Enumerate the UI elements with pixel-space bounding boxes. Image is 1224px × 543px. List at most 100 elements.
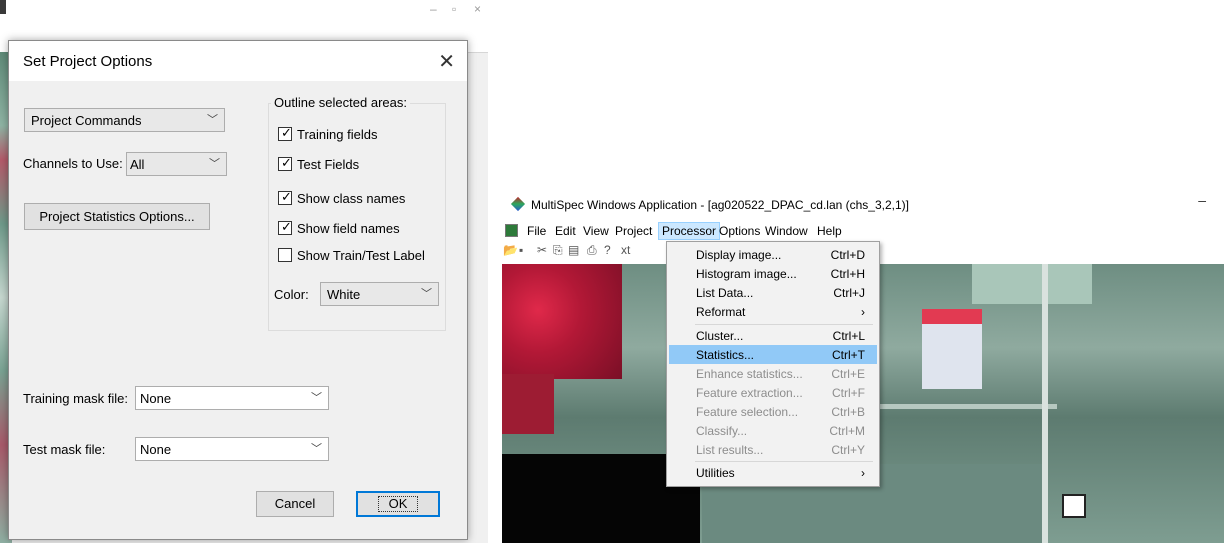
checkbox-label: Show Train/Test Label <box>297 248 425 263</box>
test-mask-select[interactable]: None ﹀ <box>135 437 329 461</box>
project-commands-value: Project Commands <box>31 113 142 128</box>
print-icon[interactable]: ⎙ <box>587 243 597 258</box>
toolbar-tail[interactable]: xt <box>621 243 630 257</box>
menu-window-label: Window <box>765 224 808 238</box>
checkbox-box: ✓ <box>278 155 292 171</box>
menu-processor-label: Processor <box>662 224 717 238</box>
chevron-right-icon: › <box>861 466 865 480</box>
check-icon: ✓ <box>281 125 292 140</box>
chevron-down-icon: ﹀ <box>209 158 220 170</box>
checkbox-label: Training fields <box>297 127 378 142</box>
checkbox-label: Test Fields <box>297 157 360 172</box>
training-mask-value: None <box>140 391 172 406</box>
menu-item-enhance-statistics[interactable]: Enhance statistics... Ctrl+E <box>669 364 877 383</box>
menu-item-label: Cluster... <box>696 329 744 343</box>
menu-window[interactable]: Window <box>763 224 810 238</box>
check-icon: ✓ <box>281 155 292 170</box>
maximize-icon[interactable]: ▫ <box>452 2 456 16</box>
menu-item-feature-selection[interactable]: Feature selection... Ctrl+B <box>669 402 877 421</box>
menu-options-label: Options <box>719 224 761 238</box>
window-title: MultiSpec Windows Application - [ag02052… <box>531 198 909 212</box>
red-vegetation-area <box>502 264 622 379</box>
menu-file[interactable]: File <box>525 224 548 238</box>
menu-item-label: Display image... <box>696 248 782 262</box>
document-icon[interactable] <box>505 224 518 237</box>
checkbox-box: ✓ <box>278 219 292 235</box>
menu-item-shortcut: Ctrl+F <box>832 386 865 400</box>
menu-item-utilities[interactable]: Utilities › <box>669 463 877 482</box>
chevron-right-icon: › <box>861 305 865 319</box>
set-project-options-dialog: Set Project Options ✕ Project Commands ﹀… <box>8 40 468 540</box>
menu-edit[interactable]: Edit <box>553 224 578 238</box>
checkbox-box <box>278 248 292 262</box>
channels-value: All <box>130 157 145 172</box>
menu-view[interactable]: View <box>581 224 611 238</box>
menu-processor[interactable]: Processor <box>658 222 721 240</box>
outline-group-title: Outline selected areas: <box>271 95 410 110</box>
menu-item-label: Histogram image... <box>696 267 797 281</box>
paste-icon[interactable]: ▤ <box>568 243 579 257</box>
menu-item-label: List Data... <box>696 286 754 300</box>
menu-item-label: Classify... <box>696 424 748 438</box>
help-icon[interactable]: ? <box>604 243 611 257</box>
multispec-titlebar: MultiSpec Windows Application - [ag02052… <box>495 188 1224 220</box>
dialog-title: Set Project Options <box>23 53 153 70</box>
menu-help[interactable]: Help <box>815 224 844 238</box>
menu-item-histogram-image[interactable]: Histogram image... Ctrl+H <box>669 264 877 283</box>
training-mask-select[interactable]: None ﹀ <box>135 386 329 410</box>
menu-item-shortcut: Ctrl+E <box>831 367 865 381</box>
processor-menu: Display image... Ctrl+D Histogram image.… <box>666 241 880 487</box>
save-icon[interactable]: ▪ <box>519 243 523 257</box>
dialog-titlebar: Set Project Options ✕ <box>9 41 467 81</box>
menu-item-feature-extraction[interactable]: Feature extraction... Ctrl+F <box>669 383 877 402</box>
menu-item-label: Feature extraction... <box>696 386 803 400</box>
building-marker <box>1062 494 1086 518</box>
menu-project[interactable]: Project <box>613 224 654 238</box>
ok-button-label: OK <box>377 496 419 512</box>
menu-project-label: Project <box>615 224 653 238</box>
chevron-down-icon: ﹀ <box>207 114 218 126</box>
menu-item-label: Feature selection... <box>696 405 799 419</box>
training-mask-label: Training mask file: <box>23 391 128 406</box>
menu-item-display-image[interactable]: Display image... Ctrl+D <box>669 245 877 264</box>
road-line-vertical <box>1042 264 1048 543</box>
close-icon[interactable]: ✕ <box>438 49 455 74</box>
project-commands-select[interactable]: Project Commands ﹀ <box>24 108 225 132</box>
cancel-button[interactable]: Cancel <box>256 491 334 517</box>
channels-label: Channels to Use: <box>23 156 123 171</box>
test-mask-value: None <box>140 442 172 457</box>
checkbox-box: ✓ <box>278 125 292 141</box>
minimize-icon[interactable]: – <box>430 2 437 16</box>
minimize-icon[interactable]: – <box>1198 192 1206 208</box>
menu-item-label: Enhance statistics... <box>696 367 803 381</box>
menu-item-shortcut: Ctrl+H <box>830 267 865 281</box>
checkbox-box: ✓ <box>278 189 292 205</box>
menu-view-label: View <box>583 224 609 238</box>
menu-item-shortcut: Ctrl+M <box>829 424 865 438</box>
menu-item-cluster[interactable]: Cluster... Ctrl+L <box>669 326 877 345</box>
menu-options[interactable]: Options <box>717 224 762 238</box>
menu-separator <box>695 461 873 462</box>
menu-item-reformat[interactable]: Reformat › <box>669 302 877 321</box>
ok-button[interactable]: OK <box>356 491 440 517</box>
menu-item-shortcut: Ctrl+B <box>831 405 865 419</box>
menu-item-label: Utilities <box>696 466 735 480</box>
copy-icon[interactable]: ⎘ <box>553 243 563 258</box>
menu-item-list-data[interactable]: List Data... Ctrl+J <box>669 283 877 302</box>
channels-select[interactable]: All ﹀ <box>126 152 227 176</box>
menu-item-label: Statistics... <box>696 348 755 362</box>
project-statistics-options-button[interactable]: Project Statistics Options... <box>24 203 210 230</box>
field-patch <box>972 264 1092 304</box>
check-icon: ✓ <box>281 219 292 234</box>
menu-item-list-results[interactable]: List results... Ctrl+Y <box>669 440 877 459</box>
menu-item-shortcut: Ctrl+J <box>833 286 865 300</box>
menu-help-label: Help <box>817 224 842 238</box>
color-select[interactable]: White ﹀ <box>320 282 439 306</box>
menu-edit-label: Edit <box>555 224 576 238</box>
menu-item-shortcut: Ctrl+L <box>832 329 865 343</box>
menu-item-statistics[interactable]: Statistics... Ctrl+T <box>669 345 877 364</box>
cut-icon[interactable]: ✂ <box>537 243 547 257</box>
close-icon[interactable]: × <box>474 2 481 16</box>
menu-item-classify[interactable]: Classify... Ctrl+M <box>669 421 877 440</box>
open-icon[interactable]: 📂 <box>503 243 518 257</box>
